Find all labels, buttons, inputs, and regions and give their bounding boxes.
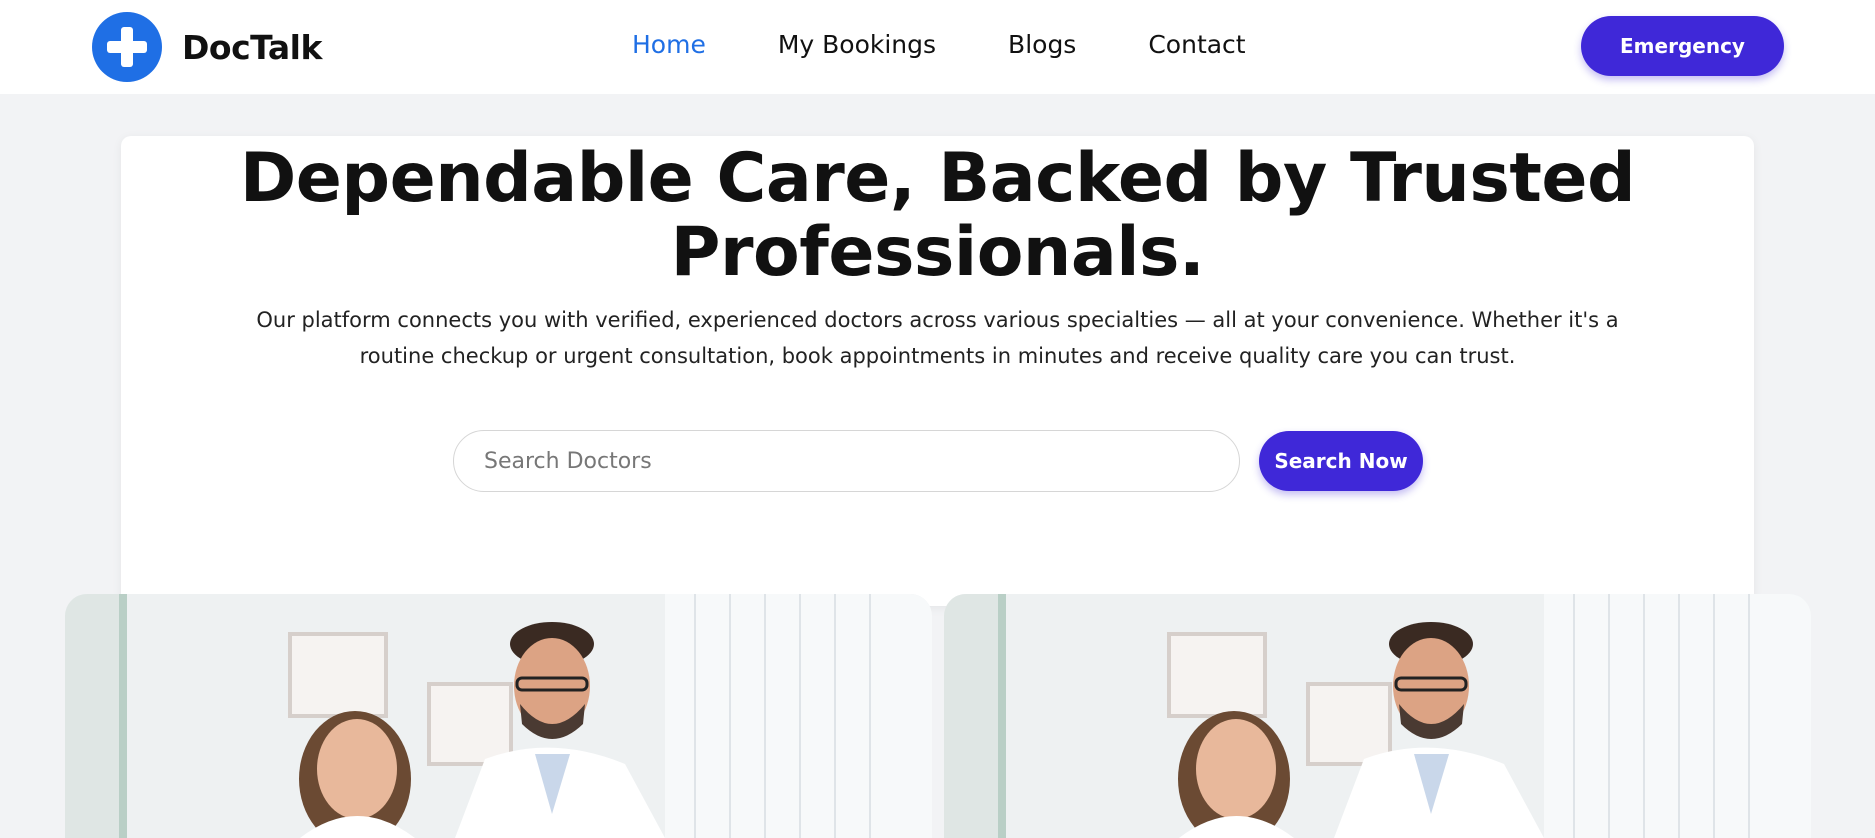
hero-title: Dependable Care, Backed by Trusted Profe…	[121, 142, 1754, 290]
brand-name: DocTalk	[182, 27, 322, 67]
doctors-photo-right	[944, 594, 1811, 838]
top-navbar: DocTalk Home My Bookings Blogs Contact E…	[0, 0, 1875, 94]
main-nav: Home My Bookings Blogs Contact	[632, 30, 1246, 59]
hero-title-line2: Professionals.	[670, 213, 1205, 292]
emergency-button[interactable]: Emergency	[1581, 16, 1784, 76]
hero-card: Dependable Care, Backed by Trusted Profe…	[121, 136, 1754, 606]
hero-title-line1: Dependable Care, Backed by Trusted	[239, 139, 1636, 218]
hero-description-line2: routine checkup or urgent consultation, …	[359, 344, 1516, 368]
nav-item-my-bookings[interactable]: My Bookings	[778, 30, 936, 59]
search-now-button[interactable]: Search Now	[1259, 431, 1423, 491]
doctors-photo-left	[65, 594, 932, 838]
nav-item-contact[interactable]: Contact	[1148, 30, 1245, 59]
brand[interactable]: DocTalk	[92, 12, 322, 82]
hero-description-line1: Our platform connects you with verified,…	[256, 308, 1619, 332]
search-input[interactable]	[453, 430, 1240, 492]
nav-item-blogs[interactable]: Blogs	[1008, 30, 1076, 59]
doctor-search: Search Now	[453, 430, 1423, 492]
nav-item-home[interactable]: Home	[632, 30, 706, 59]
medical-cross-icon	[92, 12, 162, 82]
hero-description: Our platform connects you with verified,…	[251, 302, 1624, 374]
